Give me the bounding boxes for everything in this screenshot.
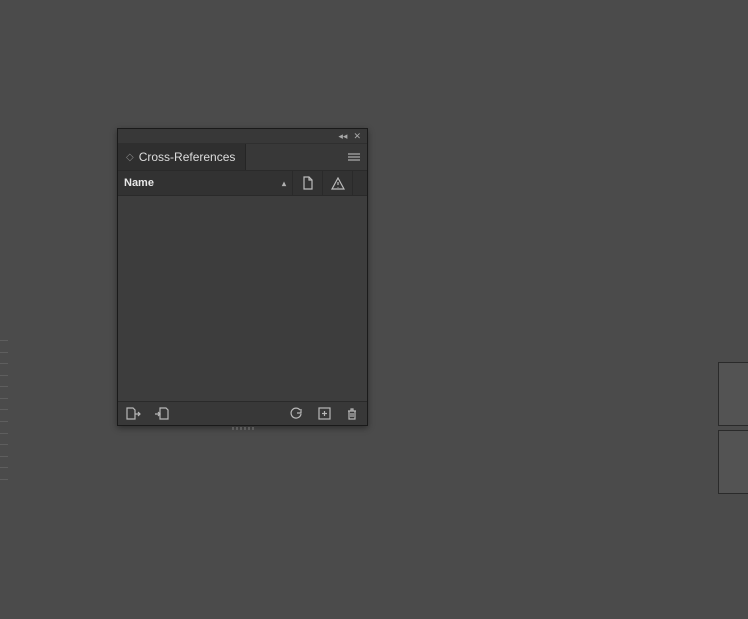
- collapse-icon[interactable]: ◂◂: [338, 131, 347, 142]
- trash-icon: [346, 407, 358, 421]
- page-insert-icon: [154, 407, 169, 420]
- left-ruler: [0, 340, 8, 480]
- grip-dots-icon: [232, 427, 254, 430]
- go-to-destination-button[interactable]: [152, 405, 170, 423]
- column-header-spacer: [353, 171, 367, 195]
- panel-titlebar[interactable]: ◂◂ ✕: [118, 129, 367, 144]
- column-header-page[interactable]: [293, 171, 323, 195]
- panel-footer: [118, 401, 367, 425]
- close-icon[interactable]: ✕: [353, 131, 361, 142]
- sort-ascending-icon: ▴: [282, 179, 286, 188]
- panel-menu-icon[interactable]: [341, 144, 367, 170]
- docked-panel-stub-1[interactable]: [718, 362, 748, 426]
- delete-button[interactable]: [343, 405, 361, 423]
- warning-icon: [331, 177, 345, 190]
- cross-references-list[interactable]: [118, 196, 367, 401]
- page-icon: [302, 176, 314, 190]
- page-arrow-icon: [126, 407, 141, 420]
- column-header-status[interactable]: [323, 171, 353, 195]
- panel-resize-handle[interactable]: [117, 427, 368, 433]
- docked-panel-stub-2[interactable]: [718, 430, 748, 494]
- column-header-row: Name ▴: [118, 170, 367, 196]
- column-header-name[interactable]: Name ▴: [118, 171, 293, 195]
- tab-grip-icon: ◇: [126, 152, 134, 163]
- cross-references-panel: ◂◂ ✕ ◇ Cross-References Name ▴: [117, 128, 368, 426]
- tab-label: Cross-References: [139, 150, 236, 164]
- tab-cross-references[interactable]: ◇ Cross-References: [118, 144, 246, 170]
- new-cross-reference-button[interactable]: [315, 405, 333, 423]
- update-button[interactable]: [287, 405, 305, 423]
- column-name-label: Name: [124, 177, 154, 189]
- go-to-source-button[interactable]: [124, 405, 142, 423]
- panel-tabs: ◇ Cross-References: [118, 144, 367, 170]
- refresh-icon: [289, 407, 303, 421]
- new-icon: [318, 407, 331, 420]
